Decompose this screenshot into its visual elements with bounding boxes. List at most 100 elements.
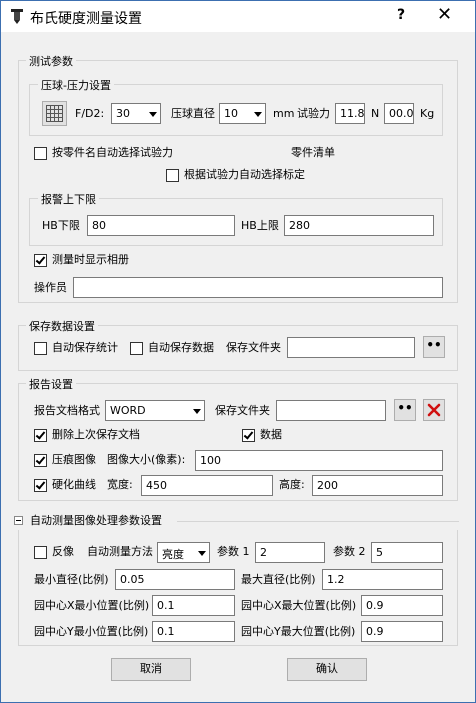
data-checkbox[interactable] <box>242 429 255 442</box>
test-force-label: 试验力 <box>297 107 330 120</box>
min-diameter-label: 最小直径(比例) <box>34 573 109 586</box>
fd2-select[interactable]: 30 <box>111 103 161 124</box>
cy-max-label: 园中心Y最大位置(比例) <box>241 625 356 638</box>
param2-field[interactable]: 5 <box>371 542 443 563</box>
ball-diameter-label: 压球直径 <box>171 107 215 120</box>
test-force-kg-field[interactable]: 00.0 <box>384 103 414 124</box>
auto-save-data-label: 自动保存数据 <box>148 341 214 354</box>
hardness-curve-checkbox[interactable] <box>34 479 47 492</box>
indent-image-checkbox[interactable] <box>34 454 47 467</box>
ball-diameter-value: 10 <box>224 107 238 120</box>
hb-upper-label: HB上限 <box>241 219 279 232</box>
save-folder-browse-button[interactable]: •• <box>423 336 445 358</box>
height-label: 高度: <box>279 478 305 491</box>
save-folder-field[interactable] <box>287 337 415 358</box>
chevron-down-icon <box>198 551 206 556</box>
save-settings-legend: 保存数据设置 <box>26 318 98 334</box>
cx-max-label: 园中心X最大位置(比例) <box>241 599 357 612</box>
auto-force-by-part-label: 按零件名自动选择试验力 <box>52 146 173 159</box>
hardness-curve-label: 硬化曲线 <box>52 478 96 491</box>
image-size-field[interactable]: 100 <box>195 450 443 471</box>
cancel-button[interactable]: 取消 <box>111 658 191 681</box>
data-label: 数据 <box>260 428 282 441</box>
delete-button[interactable] <box>423 399 445 421</box>
auto-calibration-checkbox[interactable] <box>166 169 179 182</box>
image-size-label: 图像大小(像素): <box>107 453 186 466</box>
width-field[interactable]: 450 <box>141 475 273 496</box>
auto-save-stats-label: 自动保存统计 <box>52 341 118 354</box>
indent-image-label: 压痕图像 <box>52 453 96 466</box>
chevron-down-icon <box>254 112 262 117</box>
cx-min-label: 园中心X最小位置(比例) <box>34 599 150 612</box>
invert-checkbox[interactable] <box>34 546 47 559</box>
test-force-n-field[interactable]: 11.8 <box>335 103 365 124</box>
report-settings-legend: 报告设置 <box>26 376 76 392</box>
fd2-value: 30 <box>116 107 130 120</box>
method-label: 自动测量方法 <box>87 545 153 558</box>
max-diameter-field[interactable]: 1.2 <box>322 569 443 590</box>
delete-last-checkbox[interactable] <box>34 429 47 442</box>
method-select[interactable]: 亮度 <box>157 542 210 563</box>
collapse-toggle-icon[interactable] <box>14 516 23 525</box>
height-field[interactable]: 200 <box>312 475 443 496</box>
report-format-value: WORD <box>110 404 146 417</box>
check-icon <box>243 429 254 440</box>
param1-field[interactable]: 2 <box>255 542 325 563</box>
cy-min-label: 园中心Y最小位置(比例) <box>34 625 149 638</box>
show-album-label: 测量时显示相册 <box>52 253 129 266</box>
grid-icon <box>46 105 63 122</box>
part-list-label[interactable]: 零件清单 <box>291 146 335 160</box>
operator-field[interactable] <box>73 277 443 298</box>
max-diameter-label: 最大直径(比例) <box>241 573 316 586</box>
hb-upper-field[interactable]: 280 <box>284 215 434 236</box>
width-label: 宽度: <box>107 478 133 491</box>
check-icon <box>35 429 46 440</box>
n-unit-label: N <box>371 107 380 120</box>
check-icon <box>35 479 46 490</box>
chevron-down-icon <box>149 112 157 117</box>
cy-min-field[interactable]: 0.1 <box>152 621 235 642</box>
alarm-legend: 报警上下限 <box>38 191 99 207</box>
auto-force-by-part-checkbox[interactable] <box>34 147 47 160</box>
cx-min-field[interactable]: 0.1 <box>152 595 235 616</box>
ball-force-legend: 压球-压力设置 <box>38 77 114 93</box>
ball-diameter-select[interactable]: 10 <box>219 103 266 124</box>
test-params-legend: 测试参数 <box>26 53 76 69</box>
report-folder-label: 保存文件夹 <box>215 404 270 417</box>
report-folder-browse-button[interactable]: •• <box>394 399 416 421</box>
settings-window: 布氏硬度测量设置 ? ✕ 测试参数 压球-压力设置 F/D2: 30 压球直径 … <box>0 0 476 703</box>
param1-label: 参数 1 <box>217 545 250 558</box>
method-value: 亮度 <box>162 548 184 561</box>
help-button[interactable]: ? <box>397 7 405 23</box>
report-format-select[interactable]: WORD <box>105 400 205 421</box>
auto-measure-separator <box>177 521 459 522</box>
red-x-icon <box>427 403 441 417</box>
auto-calibration-label: 根据试验力自动选择标定 <box>184 168 305 181</box>
min-diameter-field[interactable]: 0.05 <box>115 569 235 590</box>
mm-label: mm <box>273 107 295 120</box>
auto-save-data-checkbox[interactable] <box>130 342 143 355</box>
param2-label: 参数 2 <box>333 545 366 558</box>
show-album-checkbox[interactable] <box>34 254 47 267</box>
check-icon <box>35 254 46 265</box>
invert-label: 反像 <box>52 545 74 558</box>
kg-unit-label: Kg <box>420 107 435 120</box>
cx-max-field[interactable]: 0.9 <box>361 595 443 616</box>
window-title: 布氏硬度测量设置 <box>30 11 142 27</box>
report-folder-field[interactable] <box>276 400 386 421</box>
hb-lower-field[interactable]: 80 <box>87 215 235 236</box>
operator-label: 操作员 <box>34 281 67 294</box>
close-button[interactable]: ✕ <box>437 4 452 25</box>
auto-save-stats-checkbox[interactable] <box>34 342 47 355</box>
check-icon <box>35 454 46 465</box>
title-bar: 布氏硬度测量设置 ? ✕ <box>1 1 475 32</box>
grid-button[interactable] <box>42 101 67 126</box>
app-icon <box>11 9 23 24</box>
report-format-label: 报告文档格式 <box>34 404 100 417</box>
chevron-down-icon <box>193 409 201 414</box>
cy-max-field[interactable]: 0.9 <box>361 621 443 642</box>
save-folder-label: 保存文件夹 <box>226 341 281 354</box>
delete-last-label: 删除上次保存文档 <box>52 428 140 441</box>
hb-lower-label: HB下限 <box>42 219 80 232</box>
ok-button[interactable]: 确认 <box>287 658 367 681</box>
